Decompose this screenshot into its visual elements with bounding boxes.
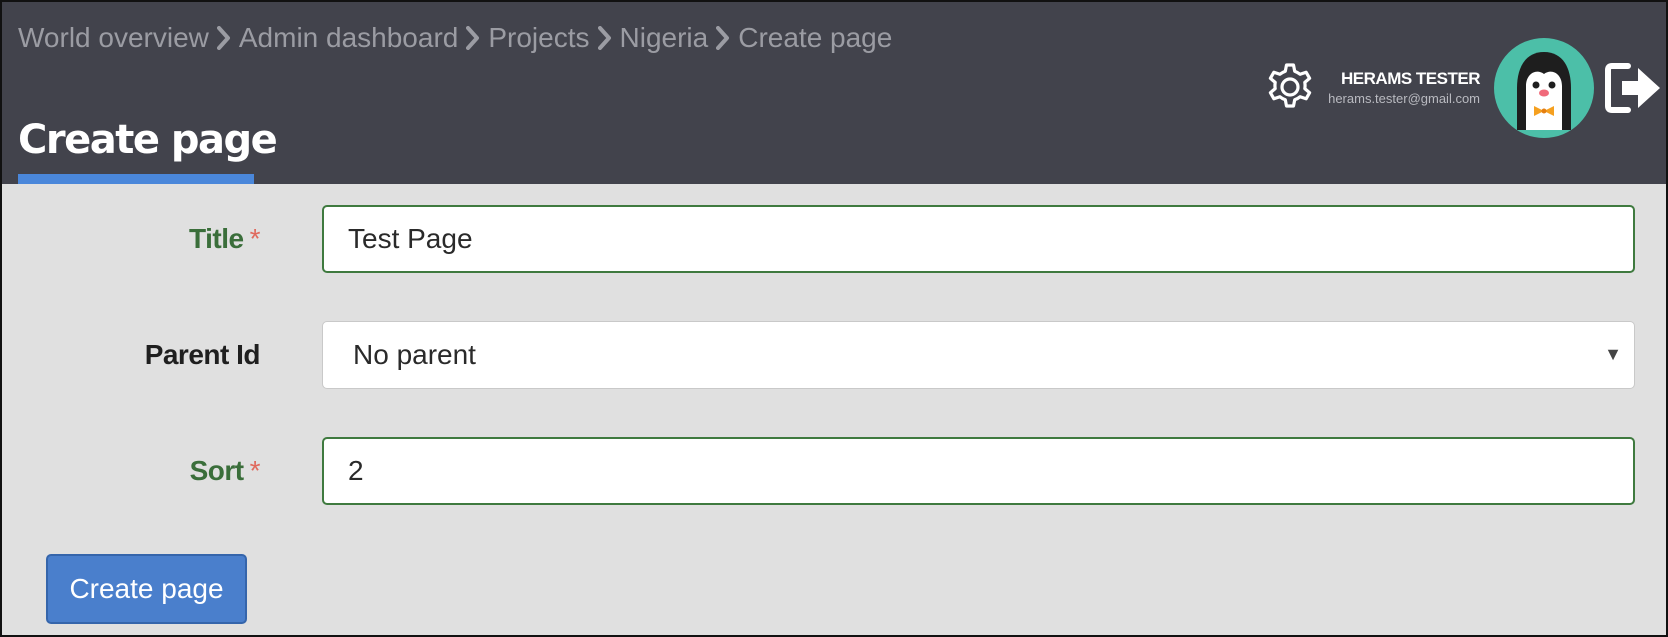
title-label-text: Title	[189, 223, 244, 254]
penguin-avatar-icon	[1517, 52, 1571, 130]
required-mark: *	[249, 455, 261, 486]
user-email: herams.tester@gmail.com	[1328, 91, 1480, 106]
breadcrumb: World overview Admin dashboard Projects …	[18, 18, 892, 58]
chevron-right-icon	[597, 26, 612, 50]
breadcrumb-create-page: Create page	[738, 22, 893, 53]
sort-label: Sort *	[189, 453, 261, 489]
sort-input[interactable]	[322, 437, 1635, 505]
chevron-right-icon	[716, 26, 730, 50]
parent-id-selected-value: No parent	[353, 339, 476, 370]
user-info: HERAMS TESTER herams.tester@gmail.com	[1328, 68, 1480, 108]
breadcrumb-admin-dashboard[interactable]: Admin dashboard	[239, 22, 458, 54]
chevron-right-icon	[216, 26, 231, 50]
logout-icon[interactable]	[1604, 60, 1664, 116]
sort-label-text: Sort	[189, 455, 245, 486]
breadcrumb-projects[interactable]: Projects	[488, 22, 589, 54]
breadcrumb-nigeria[interactable]: Nigeria	[620, 22, 709, 54]
gear-icon[interactable]	[1260, 57, 1320, 117]
parent-id-label: Parent Id	[144, 339, 261, 370]
title-label: Title *	[189, 221, 260, 257]
parent-id-select[interactable]: No parent ▼	[322, 321, 1635, 389]
avatar[interactable]	[1494, 38, 1594, 138]
header-bar: World overview Admin dashboard Projects …	[2, 2, 1666, 184]
chevron-right-icon	[466, 26, 480, 50]
title-underline	[18, 174, 254, 184]
app-frame: World overview Admin dashboard Projects …	[0, 0, 1668, 637]
create-page-button[interactable]: Create page	[46, 554, 247, 624]
breadcrumb-world-overview[interactable]: World overview	[18, 22, 209, 54]
page-title: Create page	[18, 117, 278, 163]
user-name: HERAMS TESTER	[1341, 69, 1480, 88]
title-input[interactable]	[322, 205, 1635, 273]
dropdown-arrow-icon: ▼	[1604, 344, 1622, 364]
required-mark: *	[249, 223, 261, 254]
